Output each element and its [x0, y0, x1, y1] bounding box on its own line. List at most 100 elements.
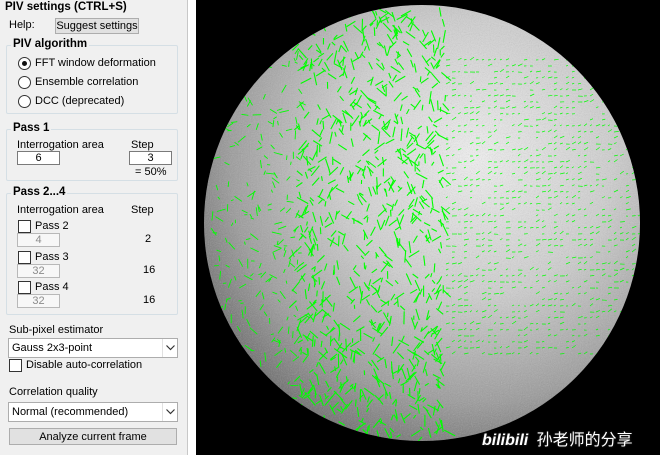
- velocity-vector: [566, 96, 569, 97]
- velocity-vector: [452, 138, 455, 139]
- watermark-text: 孙老师的分享: [537, 432, 633, 449]
- velocity-vector: [458, 306, 463, 307]
- velocity-vector: [317, 244, 318, 251]
- velocity-vector: [584, 132, 586, 133]
- velocity-vector: [445, 95, 446, 101]
- velocity-vector: [287, 155, 288, 160]
- subpixel-select[interactable]: Gauss 2x3-point: [8, 338, 178, 358]
- velocity-vector: [319, 277, 320, 285]
- velocity-vector: [365, 265, 366, 269]
- velocity-vector: [339, 236, 340, 247]
- velocity-vector: [314, 281, 315, 287]
- velocity-vector: [434, 263, 435, 272]
- pass2to4-area-label: Interrogation area: [17, 204, 104, 216]
- radio-label-dcc: DCC (deprecated): [35, 95, 124, 107]
- velocity-vector: [482, 126, 484, 127]
- chevron-down-icon: [162, 339, 177, 357]
- velocity-vector: [452, 90, 456, 91]
- velocity-vector: [524, 60, 527, 61]
- pass2-step-value: 2: [145, 233, 151, 245]
- velocity-vector: [476, 240, 478, 241]
- radio-dcc[interactable]: [18, 95, 31, 108]
- pass2-area-input[interactable]: 4: [17, 233, 60, 247]
- velocity-vector: [307, 222, 308, 226]
- radio-label-ensemble: Ensemble correlation: [35, 76, 138, 88]
- velocity-vector: [476, 60, 478, 61]
- disable-autocorr-checkbox[interactable]: [9, 359, 22, 372]
- pass3-area-input[interactable]: 32: [17, 264, 60, 278]
- pass3-checkbox[interactable]: [18, 251, 31, 264]
- velocity-vector: [560, 354, 564, 355]
- velocity-vector: [536, 354, 539, 355]
- pass1-title: Pass 1: [11, 122, 51, 134]
- pass2-label: Pass 2: [35, 220, 69, 232]
- pass4-area-input[interactable]: 32: [17, 294, 60, 308]
- radio-label-fft: FFT window deformation: [35, 57, 156, 69]
- velocity-vector: [452, 108, 454, 109]
- pass2to4-step-label: Step: [131, 204, 154, 216]
- velocity-vector: [452, 180, 456, 181]
- piv-algorithm-title: PIV algorithm: [11, 38, 89, 50]
- suggest-settings-button[interactable]: Suggest settings: [55, 18, 139, 34]
- velocity-vector: [392, 361, 393, 373]
- velocity-vector: [377, 20, 378, 25]
- pass1-area-input[interactable]: 6: [17, 151, 60, 165]
- pass4-label: Pass 4: [35, 281, 69, 293]
- piv-vector-plot: [196, 0, 660, 455]
- pass1-step-label: Step: [131, 139, 154, 151]
- velocity-vector: [314, 244, 315, 249]
- velocity-vector: [458, 330, 463, 331]
- pass2to4-title: Pass 2...4: [11, 186, 67, 198]
- velocity-vector: [311, 59, 312, 70]
- velocity-vector: [374, 27, 375, 36]
- velocity-vector: [377, 177, 378, 189]
- velocity-vector: [420, 76, 421, 82]
- subpixel-label: Sub-pixel estimator: [9, 324, 103, 336]
- velocity-vector: [268, 210, 272, 211]
- velocity-vector: [566, 342, 569, 343]
- velocity-vector: [446, 312, 448, 313]
- pass1-overlap-text: = 50%: [135, 166, 167, 178]
- piv-settings-panel: PIV settings (CTRL+S) Help: Suggest sett…: [0, 0, 188, 455]
- bilibili-logo: bilibili: [482, 432, 528, 449]
- chevron-down-icon: [162, 403, 177, 421]
- quality-select-value: Normal (recommended): [12, 406, 128, 418]
- velocity-vector: [323, 121, 324, 129]
- velocity-vector: [512, 114, 514, 115]
- velocity-vector: [388, 313, 389, 317]
- panel-title: PIV settings (CTRL+S): [5, 1, 127, 13]
- velocity-vector: [355, 383, 356, 388]
- velocity-vector: [398, 365, 399, 370]
- pass4-step-value: 16: [143, 294, 155, 306]
- velocity-vector: [301, 349, 302, 354]
- pass1-area-label: Interrogation area: [17, 139, 104, 151]
- help-label: Help:: [9, 19, 35, 31]
- velocity-vector: [464, 96, 466, 97]
- velocity-vector: [293, 331, 294, 338]
- pass1-step-input[interactable]: 3: [129, 151, 172, 165]
- radio-fft-window-deformation[interactable]: [18, 57, 31, 70]
- velocity-vector: [548, 174, 553, 175]
- velocity-vector: [356, 399, 357, 406]
- velocity-vector: [391, 210, 392, 217]
- velocity-vector: [346, 339, 347, 352]
- pass2-checkbox[interactable]: [18, 220, 31, 233]
- bilibili-watermark: bilibili 孙老师的分享: [482, 426, 633, 450]
- quality-label: Correlation quality: [9, 386, 98, 398]
- velocity-vector: [438, 101, 439, 111]
- velocity-vector: [354, 355, 355, 364]
- pass4-checkbox[interactable]: [18, 281, 31, 294]
- velocity-vector: [500, 324, 504, 325]
- velocity-vector: [425, 154, 426, 164]
- quality-select[interactable]: Normal (recommended): [8, 402, 178, 422]
- particle-texture: [204, 5, 640, 441]
- analyze-current-frame-button[interactable]: Analyze current frame: [9, 428, 177, 445]
- velocity-vector: [314, 339, 315, 346]
- radio-ensemble-correlation[interactable]: [18, 76, 31, 89]
- velocity-vector: [419, 388, 420, 394]
- piv-image-display[interactable]: [196, 0, 660, 455]
- velocity-vector: [506, 246, 509, 247]
- velocity-vector: [470, 276, 473, 277]
- pass3-step-value: 16: [143, 264, 155, 276]
- disable-autocorr-label: Disable auto-correlation: [26, 359, 142, 371]
